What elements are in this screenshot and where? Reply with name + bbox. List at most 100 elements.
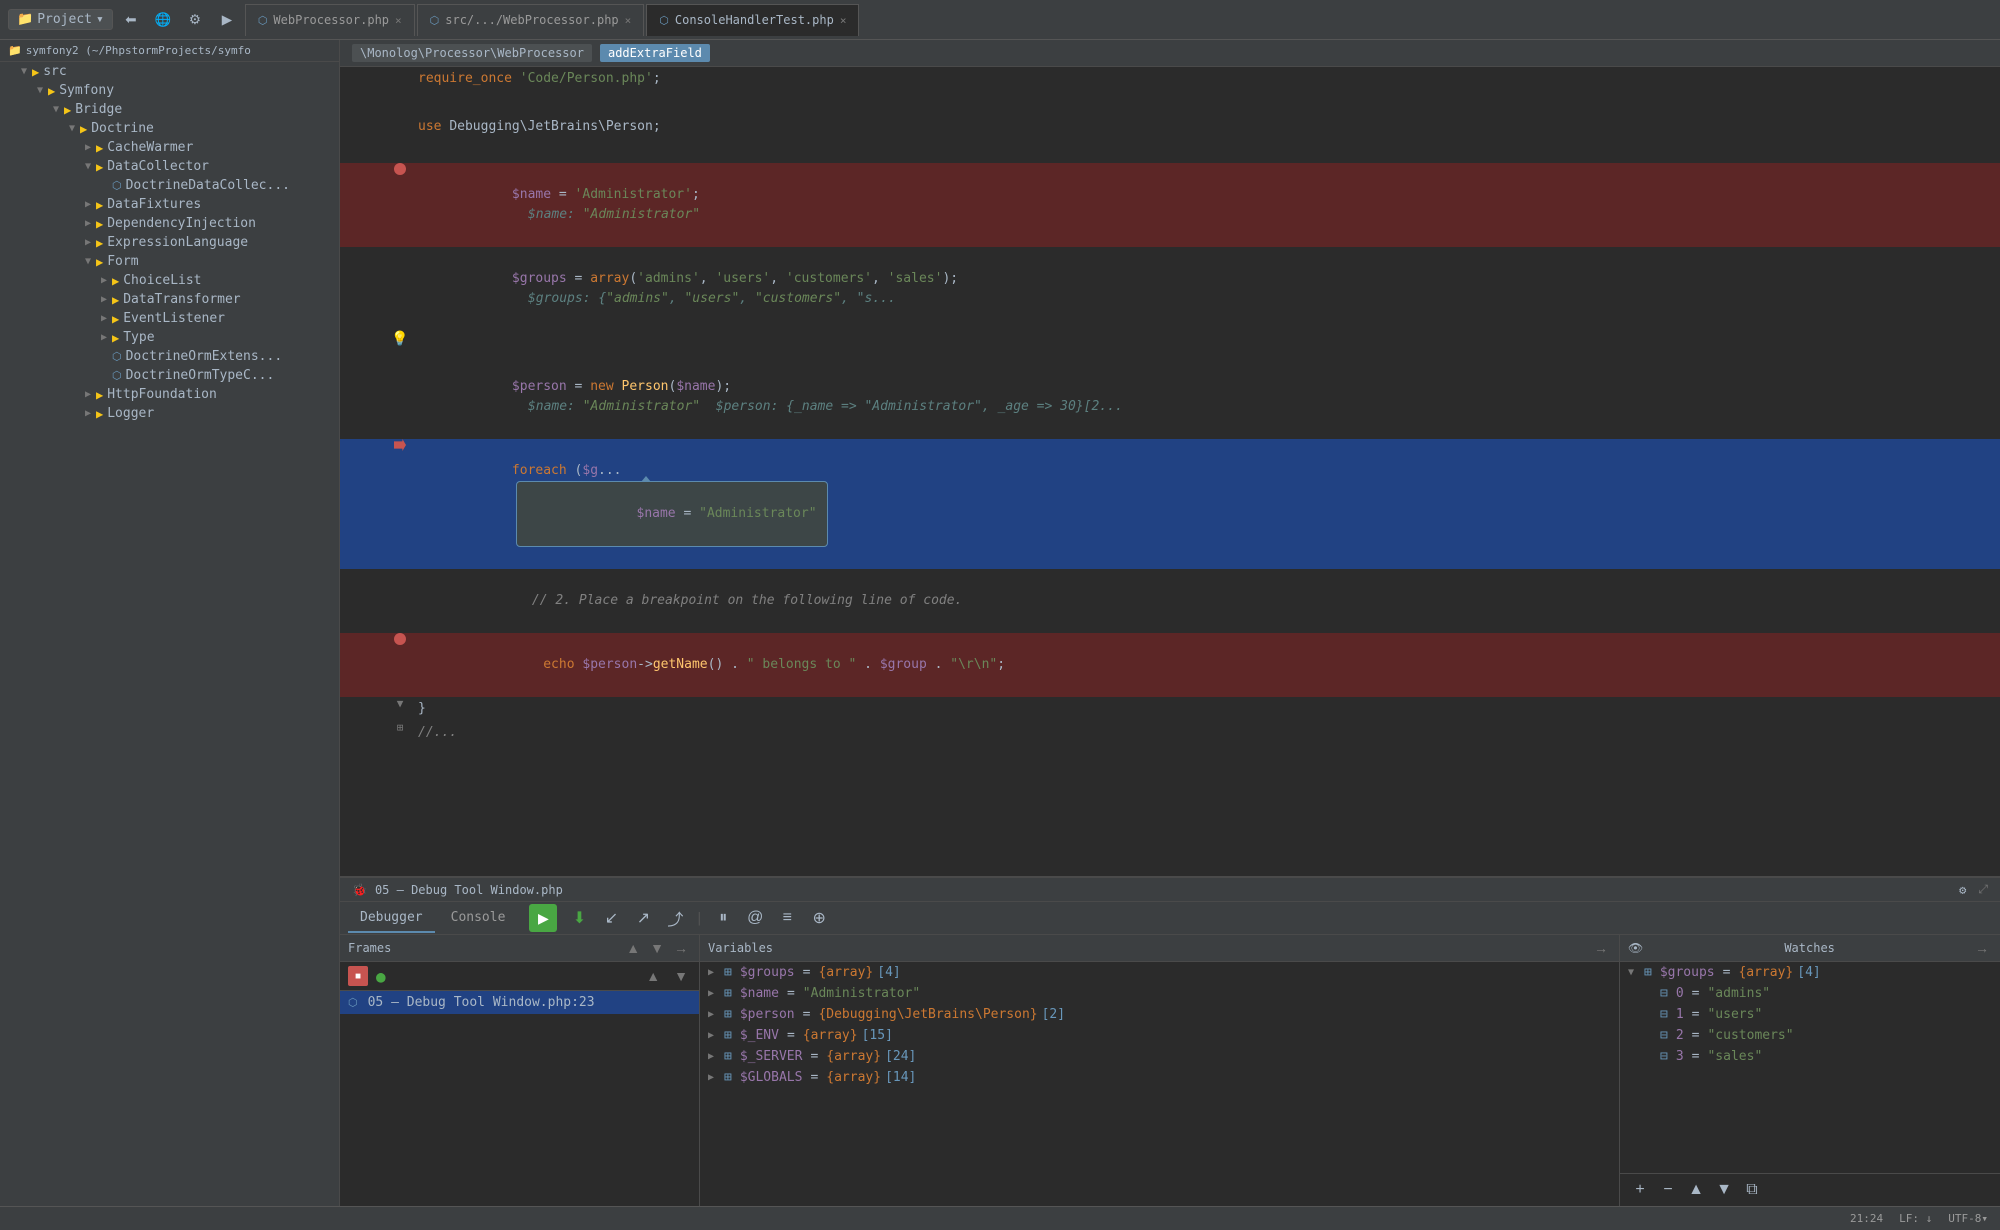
- tree-label-dt: DataTransformer: [123, 292, 240, 307]
- debug-resume-btn[interactable]: ▶: [529, 904, 557, 932]
- tree-item-httpfoundation[interactable]: ▶ ▶ HttpFoundation: [0, 385, 339, 404]
- watch-item-groups[interactable]: ▼ ⊞ $groups = {array} [4]: [1620, 962, 2000, 983]
- folder-icon-doctrine: ▶: [80, 122, 87, 136]
- debug-expand-icon[interactable]: ⤢: [1978, 882, 1988, 897]
- watches-header-btns: →: [1972, 939, 1992, 957]
- line-num-ellipsis: [340, 721, 390, 723]
- vars-close-btn[interactable]: →: [1591, 939, 1611, 957]
- debug-step-over-btn[interactable]: ⬇: [565, 904, 593, 932]
- debug-frames-btn[interactable]: ≡: [773, 904, 801, 932]
- watches-copy-btn[interactable]: ⧉: [1740, 1178, 1764, 1202]
- tree-item-logger[interactable]: ▶ ▶ Logger: [0, 404, 339, 423]
- code-editor[interactable]: require_once 'Code/Person.php'; use Debu…: [340, 67, 2000, 876]
- tree-item-bridge[interactable]: ▼ ▶ Bridge: [0, 100, 339, 119]
- var-item-name[interactable]: ▶ ⊞ $name = "Administrator": [700, 983, 1619, 1004]
- tree-item-form[interactable]: ▼ ▶ Form: [0, 252, 339, 271]
- frames-up-btn[interactable]: ▲: [623, 939, 643, 957]
- watches-up-btn[interactable]: ▲: [1684, 1178, 1708, 1202]
- tree-item-doctrineext[interactable]: ⬡ DoctrineOrmExtens...: [0, 347, 339, 366]
- status-position[interactable]: 21:24: [1850, 1212, 1883, 1225]
- tree-item-datacollector[interactable]: ▼ ▶ DataCollector: [0, 157, 339, 176]
- tree-item-datafixtures[interactable]: ▶ ▶ DataFixtures: [0, 195, 339, 214]
- status-encoding[interactable]: UTF-8▾: [1948, 1212, 1988, 1225]
- watch-child-index-2: 2: [1676, 1028, 1684, 1043]
- tab-webprocessor2[interactable]: ⬡ src/.../WebProcessor.php ×: [417, 4, 645, 36]
- tree-item-symfony[interactable]: ▼ ▶ Symfony: [0, 81, 339, 100]
- tab-close-btn-3[interactable]: ×: [840, 14, 847, 27]
- frame-item-main[interactable]: ⬡ 05 – Debug Tool Window.php:23: [340, 991, 699, 1014]
- tree-item-doctrine-data-file[interactable]: ⬡ DoctrineDataCollec...: [0, 176, 339, 195]
- nav-back-btn[interactable]: ⬅: [117, 6, 145, 34]
- breadcrumb-seg-2[interactable]: addExtraField: [600, 44, 710, 62]
- debug-settings-btn2[interactable]: ⊕: [805, 904, 833, 932]
- var-item-env[interactable]: ▶ ⊞ $_ENV = {array} [15]: [700, 1025, 1619, 1046]
- breakpoint-2[interactable]: [394, 633, 406, 645]
- var-type-globals: {array}: [826, 1070, 881, 1085]
- thread-up-btn[interactable]: ▲: [643, 967, 663, 985]
- run-btn[interactable]: ▶: [213, 6, 241, 34]
- tree-item-datatransformer[interactable]: ▶ ▶ DataTransformer: [0, 290, 339, 309]
- watches-remove-btn[interactable]: −: [1656, 1178, 1680, 1202]
- tree-item-eventlistener[interactable]: ▶ ▶ EventListener: [0, 309, 339, 328]
- watch-child-eq-3: =: [1692, 1049, 1700, 1064]
- tree-item-src[interactable]: ▼ ▶ src: [0, 62, 339, 81]
- tree-item-explang[interactable]: ▶ ▶ ExpressionLanguage: [0, 233, 339, 252]
- tree-item-depinject[interactable]: ▶ ▶ DependencyInjection: [0, 214, 339, 233]
- watches-close-btn[interactable]: →: [1972, 939, 1992, 957]
- code-line-blank1: [340, 91, 2000, 115]
- debug-tab-console[interactable]: Console: [439, 904, 518, 933]
- var-item-person[interactable]: ▶ ⊞ $person = {Debugging\JetBrains\Perso…: [700, 1004, 1619, 1025]
- collapse-btn[interactable]: ▼: [397, 697, 404, 710]
- thread-down-btn[interactable]: ▼: [671, 967, 691, 985]
- settings-btn[interactable]: ⚙: [181, 6, 209, 34]
- watch-child-0[interactable]: ⊟ 0 = "admins": [1620, 983, 2000, 1004]
- project-selector[interactable]: 📁 Project ▾: [8, 9, 113, 30]
- watches-add-btn[interactable]: +: [1628, 1178, 1652, 1202]
- var-item-globals[interactable]: ▶ ⊞ $GLOBALS = {array} [14]: [700, 1067, 1619, 1088]
- var-icon-env: ⊞: [724, 1028, 732, 1043]
- tree-item-cachewarmer[interactable]: ▶ ▶ CacheWarmer: [0, 138, 339, 157]
- tab-close-btn[interactable]: ×: [395, 14, 402, 27]
- tab-consolehandler[interactable]: ⬡ ConsoleHandlerTest.php ×: [646, 4, 859, 36]
- stop-debug-btn[interactable]: ■: [348, 966, 368, 986]
- tree-item-choicelist[interactable]: ▶ ▶ ChoiceList: [0, 271, 339, 290]
- line-num-b2: [340, 139, 390, 141]
- debug-run-cursor-btn[interactable]: ⤴: [661, 904, 689, 932]
- tree-label-symfony: Symfony: [59, 83, 114, 98]
- debug-watch-btn[interactable]: @: [741, 904, 769, 932]
- tab-close-btn-2[interactable]: ×: [625, 14, 632, 27]
- code-line-person: $person = new Person($name); $name: "Adm…: [340, 355, 2000, 439]
- tree-item-doctrinetypec[interactable]: ⬡ DoctrineOrmTypeC...: [0, 366, 339, 385]
- status-line-ending[interactable]: LF: ↓: [1899, 1212, 1932, 1225]
- gutter-bulb: 💡: [390, 331, 410, 347]
- watch-child-3[interactable]: ⊟ 3 = "sales": [1620, 1046, 2000, 1067]
- tree-item-doctrine[interactable]: ▼ ▶ Doctrine: [0, 119, 339, 138]
- tree-label-dext: DoctrineOrmExtens...: [126, 349, 283, 364]
- expand-code-btn[interactable]: ⊞: [397, 721, 404, 734]
- var-eq-3: =: [803, 1007, 811, 1022]
- watch-child-index-0: 0: [1676, 986, 1684, 1001]
- debug-tab-debugger[interactable]: Debugger: [348, 904, 435, 933]
- debug-step-out-btn[interactable]: ↗: [629, 904, 657, 932]
- debug-evaluate-btn[interactable]: ⏸: [709, 904, 737, 932]
- breakpoint-1[interactable]: [394, 163, 406, 175]
- frames-close-btn[interactable]: →: [671, 939, 691, 957]
- watch-child-1[interactable]: ⊟ 1 = "users": [1620, 1004, 2000, 1025]
- var-item-groups[interactable]: ▶ ⊞ $groups = {array} [4]: [700, 962, 1619, 983]
- folder-icon-type: ▶: [112, 331, 119, 345]
- frames-down-btn[interactable]: ▼: [647, 939, 667, 957]
- var-item-server[interactable]: ▶ ⊞ $_SERVER = {array} [24]: [700, 1046, 1619, 1067]
- watch-child-2[interactable]: ⊟ 2 = "customers": [1620, 1025, 2000, 1046]
- tree-item-type[interactable]: ▶ ▶ Type: [0, 328, 339, 347]
- code-content-2: use Debugging\JetBrains\Person;: [410, 115, 2000, 139]
- debug-gear-icon[interactable]: ⚙: [1959, 883, 1966, 897]
- watches-down-btn[interactable]: ▼: [1712, 1178, 1736, 1202]
- breakpoint-arrow[interactable]: [394, 439, 406, 451]
- code-content-person: $person = new Person($name); $name: "Adm…: [410, 355, 2000, 439]
- tab-webprocessor[interactable]: ⬡ WebProcessor.php ×: [245, 4, 415, 36]
- nav-forward-btn[interactable]: 🌐: [149, 6, 177, 34]
- expand-arrow-hf: ▶: [80, 389, 96, 400]
- breadcrumb-seg-1[interactable]: \Monolog\Processor\WebProcessor: [352, 44, 592, 62]
- debug-step-into-btn[interactable]: ↙: [597, 904, 625, 932]
- bulb-icon[interactable]: 💡: [391, 331, 408, 347]
